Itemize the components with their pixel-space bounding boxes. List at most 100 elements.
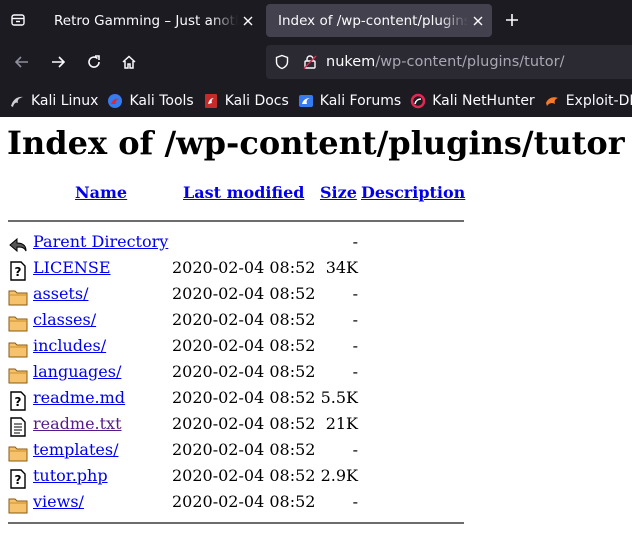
- folder-icon: [8, 365, 28, 385]
- new-tab-icon[interactable]: [500, 8, 524, 32]
- back-icon: [8, 235, 28, 255]
- bookmark-kali-forums[interactable]: Kali Forums: [298, 93, 401, 109]
- kali-dragon-icon: [9, 93, 25, 109]
- listing-row: languages/2020-02-04 08:52 -: [8, 362, 464, 388]
- bookmark-label: Kali Forums: [319, 92, 402, 109]
- tab-retro-gamming[interactable]: Retro Gamming – Just anoth: [42, 4, 262, 37]
- url-host: nukem: [326, 54, 376, 70]
- file-size: -: [352, 284, 358, 303]
- close-tab-icon[interactable]: [468, 11, 488, 31]
- listing-row: classes/2020-02-04 08:52 -: [8, 310, 464, 336]
- file-size: -: [352, 336, 358, 355]
- browser-chrome: Retro Gamming – Just anoth Index of /wp-…: [0, 0, 632, 117]
- file-link[interactable]: classes/: [33, 310, 96, 329]
- kali-tools-icon: [107, 93, 123, 109]
- bookmark-kali-docs[interactable]: Kali Docs: [203, 93, 289, 109]
- reload-icon[interactable]: [82, 50, 106, 74]
- forward-icon[interactable]: [46, 50, 70, 74]
- file-size: -: [352, 492, 358, 511]
- url-text[interactable]: nukem/wp-content/plugins/tutor/: [326, 54, 564, 70]
- svg-text:?: ?: [15, 395, 22, 409]
- back-icon[interactable]: [10, 50, 34, 74]
- last-modified: 2020-02-04 08:52: [172, 466, 316, 485]
- file-size: 2.9K: [320, 466, 358, 485]
- page-title: Index of /wp-content/plugins/tutor: [7, 124, 625, 162]
- file-link[interactable]: readme.txt: [33, 414, 122, 433]
- bookmark-label: Kali Linux: [31, 92, 99, 109]
- bookmark-kali-nethunter[interactable]: Kali NetHunter: [410, 92, 535, 109]
- tab-title: Retro Gamming – Just anoth: [54, 12, 238, 29]
- file-size: -: [352, 232, 358, 251]
- text-file-icon: [8, 417, 28, 437]
- svg-text:?: ?: [15, 473, 22, 487]
- listing-row: Parent Directory -: [8, 232, 464, 258]
- bookmark-label: Kali NetHunter: [432, 92, 535, 109]
- file-size: 34K: [325, 258, 358, 277]
- address-bar[interactable]: nukem/wp-content/plugins/tutor/: [266, 45, 632, 79]
- unknown-file-icon: ?: [8, 469, 28, 489]
- footer-divider: [8, 522, 464, 524]
- listing-row: assets/2020-02-04 08:52 -: [8, 284, 464, 310]
- list-all-tabs-icon[interactable]: [6, 8, 30, 32]
- listing-rows: Parent Directory -? LICENSE 2020-02-04 08:5…: [8, 232, 464, 518]
- sort-by-modified-link[interactable]: Last modified: [183, 183, 304, 202]
- tracking-protection-shield-icon[interactable]: [272, 52, 292, 72]
- bookmark-label: Exploit-DB: [565, 92, 632, 109]
- file-link[interactable]: languages/: [33, 362, 121, 381]
- last-modified: 2020-02-04 08:52: [172, 310, 316, 329]
- bookmark-kali-tools[interactable]: Kali Tools: [107, 92, 194, 109]
- last-modified: 2020-02-04 08:52: [172, 284, 316, 303]
- navigation-bar: nukem/wp-content/plugins/tutor/: [0, 40, 632, 84]
- tab-index-of[interactable]: Index of /wp-content/plugins: [266, 4, 492, 37]
- last-modified: 2020-02-04 08:52: [172, 388, 316, 407]
- home-icon[interactable]: [117, 50, 141, 74]
- sort-by-size-link[interactable]: Size: [320, 183, 357, 202]
- url-path: /wp-content/plugins/tutor/: [375, 54, 565, 70]
- folder-icon: [8, 313, 28, 333]
- listing-row: includes/2020-02-04 08:52 -: [8, 336, 464, 362]
- bookmark-kali-linux[interactable]: Kali Linux: [9, 93, 98, 109]
- sort-by-description-link[interactable]: Description: [361, 183, 465, 202]
- listing-row: ? LICENSE 2020-02-04 08:52 34K: [8, 258, 464, 284]
- bookmark-label: Kali Docs: [224, 92, 289, 109]
- file-link[interactable]: assets/: [33, 284, 88, 303]
- last-modified: 2020-02-04 08:52: [172, 440, 316, 459]
- file-link[interactable]: tutor.php: [33, 466, 108, 485]
- bookmarks-toolbar: Kali Linux Kali Tools Kali Docs Kali For…: [0, 84, 632, 117]
- kali-forums-icon: [298, 93, 314, 109]
- folder-icon: [8, 287, 28, 307]
- unknown-file-icon: ?: [8, 261, 28, 281]
- directory-listing: Name Last modified Size Description Pare…: [8, 183, 465, 524]
- last-modified: 2020-02-04 08:52: [172, 414, 316, 433]
- folder-icon: [8, 339, 28, 359]
- file-size: 5.5K: [320, 388, 358, 407]
- kali-nethunter-icon: [410, 93, 426, 109]
- file-link[interactable]: LICENSE: [33, 258, 111, 277]
- svg-text:?: ?: [15, 265, 22, 279]
- file-size: -: [352, 310, 358, 329]
- listing-row: templates/2020-02-04 08:52 -: [8, 440, 464, 466]
- exploit-db-icon: [544, 93, 560, 109]
- last-modified: 2020-02-04 08:52: [172, 336, 316, 355]
- file-link[interactable]: Parent Directory: [33, 232, 168, 251]
- bookmark-exploit-db[interactable]: Exploit-DB: [544, 93, 632, 109]
- last-modified: 2020-02-04 08:52: [172, 258, 316, 277]
- listing-row: views/2020-02-04 08:52 -: [8, 492, 464, 518]
- bookmark-label: Kali Tools: [129, 92, 194, 109]
- insecure-lock-icon[interactable]: [300, 52, 320, 72]
- file-link[interactable]: templates/: [33, 440, 118, 459]
- listing-row: ? readme.md 2020-02-04 08:52 5.5K: [8, 388, 464, 414]
- sort-by-name-link[interactable]: Name: [75, 183, 127, 202]
- unknown-file-icon: ?: [8, 391, 28, 411]
- tab-bar: Retro Gamming – Just anoth Index of /wp-…: [0, 0, 632, 40]
- file-size: -: [352, 440, 358, 459]
- file-link[interactable]: includes/: [33, 336, 106, 355]
- folder-icon: [8, 443, 28, 463]
- close-tab-icon[interactable]: [238, 11, 258, 31]
- listing-header: Name Last modified Size Description: [8, 183, 465, 209]
- kali-docs-icon: [203, 93, 219, 109]
- file-link[interactable]: views/: [33, 492, 84, 511]
- listing-row: ? tutor.php 2020-02-04 08:52 2.9K: [8, 466, 464, 492]
- file-link[interactable]: readme.md: [33, 388, 125, 407]
- folder-icon: [8, 495, 28, 515]
